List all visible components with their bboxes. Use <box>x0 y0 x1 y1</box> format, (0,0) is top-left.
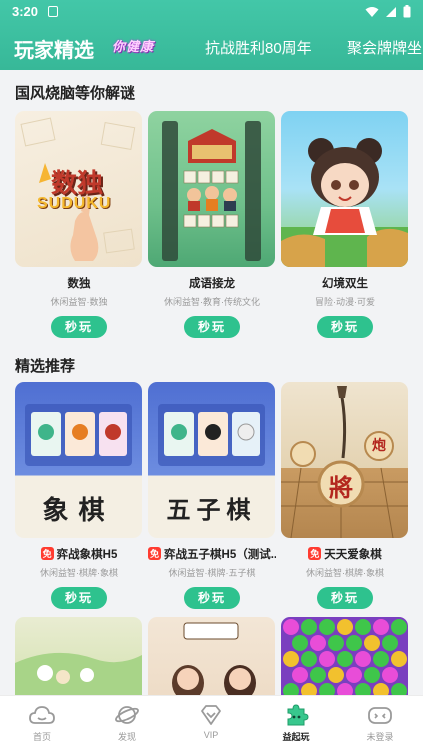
game-name: 免弈战象棋H5 <box>15 546 143 562</box>
section-title: 精选推荐 <box>15 358 76 375</box>
main-content[interactable]: 国风烧脑等你解谜 数独 SUDUKU 数独 休闲益智·数独 秒玩 成语接龙 休闲… <box>0 70 423 695</box>
tab-yiqiwan-label: 益起玩 <box>282 732 310 742</box>
daily-xiangqi-piece-jiang: 將 <box>329 473 353 502</box>
game-name-text: 数独 <box>67 278 91 290</box>
header-bar: 3:20 玩家精选 你健康 抗战胜利80周年 聚会牌牌坐 <box>0 0 423 70</box>
tab-home[interactable]: 首页 <box>12 704 72 743</box>
dream-twins-art <box>281 138 408 267</box>
game-card-xiangqi[interactable]: 象棋 免弈战象棋H5 休闲益智·棋牌·象棋 秒玩 <box>15 382 143 609</box>
tab-profile-label: 未登录 <box>366 732 394 742</box>
game-name-text: 成语接龙 <box>189 278 235 290</box>
diamond-icon <box>201 705 221 725</box>
free-badge: 免 <box>148 547 162 560</box>
tab-party-cards[interactable]: 聚会牌牌坐 <box>347 37 422 58</box>
xiangqi-art-title: 象棋 <box>42 496 115 526</box>
game-card-gomoku[interactable]: 五子棋 免弈战五子棋H5（测试... 休闲益智·棋牌·五子棋 秒玩 <box>148 382 276 609</box>
tab-profile[interactable]: 未登录 <box>350 704 410 743</box>
game-card-row3-1[interactable] <box>15 617 143 695</box>
game-tags: 休闲益智·棋牌·象棋 <box>40 568 118 578</box>
game-thumbnail[interactable]: 將 炮 <box>281 382 408 538</box>
top-nav: 玩家精选 你健康 抗战胜利80周年 聚会牌牌坐 <box>0 28 423 64</box>
game-tags: 冒险·动漫·可爱 <box>315 297 375 307</box>
xiangqi-art <box>25 404 132 466</box>
game-thumbnail[interactable] <box>15 617 142 695</box>
game-name: 免天天爱象棋 <box>281 546 409 562</box>
row3-art-1 <box>15 652 142 695</box>
game-card-dream-twins[interactable]: 幻境双生 冒险·动漫·可爱 秒玩 <box>281 111 409 338</box>
game-name-text: 天天爱象棋 <box>324 549 382 561</box>
section-title: 国风烧脑等你解谜 <box>15 85 136 102</box>
row3-art-2 <box>172 622 256 695</box>
sudoku-art-subtitle: SUDUKU <box>37 195 112 212</box>
gomoku-art <box>158 404 265 466</box>
game-tags: 休闲益智·教育·传统文化 <box>164 297 260 307</box>
daily-xiangqi-art <box>281 386 408 538</box>
game-name: 成语接龙 <box>148 275 276 291</box>
tab-discover-label: 发现 <box>117 732 136 742</box>
game-thumbnail[interactable] <box>148 617 275 695</box>
bottom-tab-bar: 首页 发现 VIP 益起玩 未登录 <box>0 695 423 752</box>
game-thumbnail[interactable]: 五子棋 <box>148 382 275 538</box>
game-tags: 休闲益智·棋牌·象棋 <box>306 568 384 578</box>
game-name: 数独 <box>15 275 143 291</box>
tab-anniversary[interactable]: 抗战胜利80周年 <box>205 37 312 58</box>
idiom-art <box>162 121 261 261</box>
home-cloud-icon <box>29 706 55 724</box>
page-title[interactable]: 玩家精选 <box>14 34 94 63</box>
play-button[interactable]: 秒玩 <box>51 316 107 338</box>
play-button[interactable]: 秒玩 <box>317 587 373 609</box>
play-button[interactable]: 秒玩 <box>184 587 240 609</box>
puzzle-icon <box>287 704 309 726</box>
game-tags: 休闲益智·数独 <box>50 297 108 307</box>
game-card-row3-3[interactable] <box>281 617 409 695</box>
notification-app-icon <box>48 6 58 17</box>
gamepad-icon <box>368 707 392 724</box>
game-name-text: 幻境双生 <box>322 278 368 290</box>
play-button[interactable]: 秒玩 <box>51 587 107 609</box>
game-thumbnail[interactable] <box>148 111 275 267</box>
signal-icon <box>386 6 396 17</box>
wifi-icon <box>365 6 379 17</box>
system-icons <box>365 5 411 18</box>
game-thumbnail[interactable] <box>281 111 408 267</box>
bubble-shooter-art <box>283 619 407 695</box>
game-card-daily-xiangqi[interactable]: 將 炮 免天天爱象棋 休闲益智·棋牌·象棋 秒玩 <box>281 382 409 609</box>
status-bar: 3:20 <box>0 0 423 24</box>
planet-icon <box>115 706 139 724</box>
tab-discover[interactable]: 发现 <box>97 704 157 743</box>
daily-xiangqi-piece-pao: 炮 <box>372 438 386 454</box>
game-tags: 休闲益智·棋牌·五子棋 <box>168 568 256 578</box>
game-name-text: 弈战五子棋H5（测试... <box>164 549 276 561</box>
game-thumbnail[interactable] <box>281 617 408 695</box>
game-name: 幻境双生 <box>281 275 409 291</box>
battery-icon <box>403 5 411 18</box>
game-name-text: 弈战象棋H5 <box>56 549 118 561</box>
game-thumbnail[interactable]: 数独 SUDUKU <box>15 111 142 267</box>
game-name: 免弈战五子棋H5（测试... <box>148 546 276 562</box>
game-card-sudoku[interactable]: 数独 SUDUKU 数独 休闲益智·数独 秒玩 <box>15 111 143 338</box>
tab-vip[interactable]: VIP <box>181 704 241 740</box>
tab-yiqiwan[interactable]: 益起玩 <box>266 704 326 743</box>
health-badge-logo[interactable]: 你健康 <box>112 36 164 56</box>
game-card-row3-2[interactable] <box>148 617 276 695</box>
game-thumbnail[interactable]: 象棋 <box>15 382 142 538</box>
play-button[interactable]: 秒玩 <box>184 316 240 338</box>
game-card-idiom-chain[interactable]: 成语接龙 休闲益智·教育·传统文化 秒玩 <box>148 111 276 338</box>
gomoku-art-title: 五子棋 <box>166 495 257 524</box>
tab-home-label: 首页 <box>32 732 51 742</box>
play-button[interactable]: 秒玩 <box>317 316 373 338</box>
status-time: 3:20 <box>12 4 39 19</box>
free-badge: 免 <box>40 547 54 560</box>
tab-vip-label: VIP <box>203 730 219 740</box>
free-badge: 免 <box>308 547 322 560</box>
